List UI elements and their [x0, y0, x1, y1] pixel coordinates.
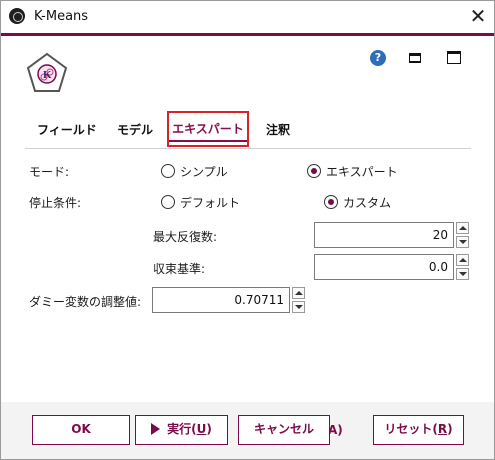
kmeans-logo-icon: K — [26, 52, 68, 92]
minimize-icon[interactable] — [409, 53, 421, 63]
spin-up-icon[interactable] — [292, 287, 305, 299]
help-icon[interactable]: ? — [370, 50, 386, 66]
convergence-input[interactable]: 0.0 — [314, 254, 454, 280]
max-iterations-stepper[interactable] — [456, 222, 469, 248]
max-iterations-value: 20 — [432, 228, 448, 242]
convergence-stepper[interactable] — [456, 254, 469, 280]
dummy-adjust-value: 0.70711 — [234, 293, 284, 307]
reset-button-prefix: リセット( — [384, 422, 438, 436]
tab-active-indicator — [169, 140, 247, 142]
title-bar: K-Means ✕ — [1, 1, 494, 33]
max-iterations-label: 最大反復数: — [153, 230, 218, 244]
cancel-button[interactable]: キャンセル — [238, 415, 330, 445]
spin-down-icon[interactable] — [292, 301, 305, 313]
svg-text:K: K — [43, 69, 52, 81]
spin-up-icon[interactable] — [456, 254, 469, 266]
stop-custom-radio[interactable] — [324, 195, 338, 209]
spin-up-icon[interactable] — [456, 222, 469, 234]
convergence-value: 0.0 — [428, 260, 448, 274]
spin-down-icon[interactable] — [456, 236, 469, 248]
run-button[interactable]: 実行(U) — [135, 415, 228, 445]
ok-button[interactable]: OK — [32, 415, 130, 445]
kmeans-dialog: K-Means ✕ K ? フィールド モデル エキスパート 注釈 モード: シ… — [0, 0, 495, 460]
run-button-key: U — [196, 422, 207, 436]
tab-annotation[interactable]: 注釈 — [266, 121, 290, 138]
reset-button[interactable]: リセット(R) — [373, 415, 464, 445]
mode-expert-label[interactable]: エキスパート — [326, 163, 398, 180]
mode-label: モード: — [29, 165, 70, 179]
dummy-adjust-stepper[interactable] — [292, 287, 305, 313]
run-button-prefix: 実行( — [167, 422, 197, 436]
spin-down-icon[interactable] — [456, 268, 469, 280]
dummy-adjust-input[interactable]: 0.70711 — [152, 287, 290, 313]
mode-simple-radio[interactable] — [161, 164, 175, 178]
accent-bar — [1, 33, 494, 36]
tab-field[interactable]: フィールド — [37, 121, 97, 138]
convergence-label: 収束基準: — [153, 262, 206, 276]
maximize-icon[interactable] — [447, 51, 461, 64]
tab-model[interactable]: モデル — [117, 121, 153, 138]
run-button-suffix: ) — [206, 422, 212, 436]
dummy-adjust-label: ダミー変数の調整値: — [29, 295, 142, 309]
overlapped-button-text: A) — [328, 423, 343, 437]
stop-default-radio[interactable] — [161, 195, 175, 209]
stop-default-label[interactable]: デフォルト — [180, 194, 240, 211]
stop-condition-label: 停止条件: — [29, 196, 82, 210]
reset-button-suffix: ) — [447, 422, 453, 436]
close-icon[interactable]: ✕ — [467, 6, 489, 28]
window-title: K-Means — [34, 9, 89, 24]
reset-button-key: R — [437, 422, 448, 436]
app-icon — [9, 8, 25, 24]
run-play-icon — [151, 423, 161, 435]
tab-divider — [25, 148, 471, 149]
mode-expert-radio[interactable] — [307, 164, 321, 178]
mode-simple-label[interactable]: シンプル — [180, 163, 228, 180]
stop-custom-label[interactable]: カスタム — [343, 194, 391, 211]
max-iterations-input[interactable]: 20 — [314, 222, 454, 248]
